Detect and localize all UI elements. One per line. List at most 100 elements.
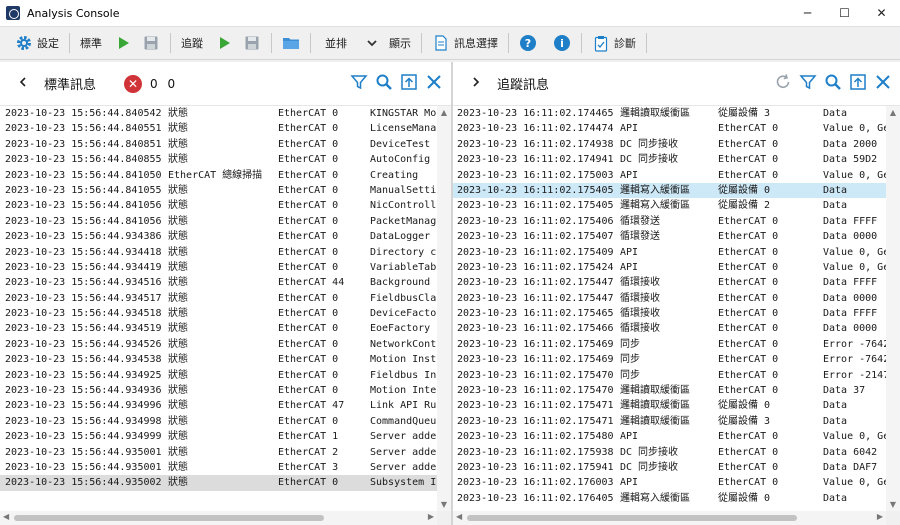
log-row[interactable]: 2023-10-23 15:56:44.934418 狀態 EtherCAT 0 Di… xyxy=(0,245,437,260)
open-folder-button[interactable] xyxy=(279,31,303,55)
log-row[interactable]: 2023-10-23 16:11:02.175405 邏輯寫入緩衝區 從屬設備 0… xyxy=(453,182,886,199)
log-row[interactable]: 2023-10-23 16:11:02.175466 循環接收 EtherCAT … xyxy=(453,321,886,336)
horizontal-scrollbar[interactable]: ◀ ▶ xyxy=(453,511,886,525)
log-row[interactable]: 2023-10-23 15:56:44.840542 狀態 EtherCAT 0 KI… xyxy=(0,106,437,121)
vertical-scrollbar[interactable]: ▲ ▼ xyxy=(437,106,451,511)
search-icon[interactable] xyxy=(824,73,842,91)
scrollbar-thumb[interactable] xyxy=(467,515,797,521)
info-button[interactable]: i xyxy=(550,31,574,55)
log-row[interactable]: 2023-10-23 16:11:02.175447 循環接收 EtherCAT … xyxy=(453,291,886,306)
standard-play-button[interactable] xyxy=(111,31,135,55)
trace-play-button[interactable] xyxy=(212,31,236,55)
log-row[interactable]: 2023-10-23 15:56:44.934386 狀態 EtherCAT 0 Da… xyxy=(0,229,437,244)
trace-button[interactable]: 追蹤 xyxy=(178,31,206,55)
log-row[interactable]: 2023-10-23 15:56:44.934516 狀態 EtherCAT 44 B… xyxy=(0,275,437,290)
collapse-left-button[interactable] xyxy=(14,76,32,92)
search-icon[interactable] xyxy=(375,73,393,91)
log-row[interactable]: 2023-10-23 15:56:44.840551 狀態 EtherCAT 0 Li… xyxy=(0,121,437,136)
horizontal-scrollbar[interactable]: ◀ ▶ xyxy=(0,511,437,525)
scroll-up-icon[interactable]: ▲ xyxy=(440,108,448,117)
log-row[interactable]: 2023-10-23 16:11:02.176003 API EtherCAT 0 V… xyxy=(453,475,886,490)
log-row[interactable]: 2023-10-23 16:11:02.174941 DC 同步接收 EtherC… xyxy=(453,152,886,167)
filter-icon[interactable] xyxy=(799,73,817,91)
log-row[interactable]: 2023-10-23 15:56:44.935002 狀態 EtherCAT 0 Su… xyxy=(0,475,437,491)
scroll-left-icon[interactable]: ◀ xyxy=(456,512,462,521)
settings-button[interactable]: 設定 xyxy=(12,31,62,55)
scroll-right-icon[interactable]: ▶ xyxy=(877,512,883,521)
log-row[interactable]: 2023-10-23 15:56:44.934519 狀態 EtherCAT 0 Eo… xyxy=(0,321,437,336)
log-row[interactable]: 2023-10-23 15:56:44.840851 狀態 EtherCAT 0 De… xyxy=(0,137,437,152)
log-row[interactable]: 2023-10-23 16:11:02.175447 循環接收 EtherCAT … xyxy=(453,275,886,290)
help-button[interactable]: ? xyxy=(516,31,540,55)
log-row[interactable]: 2023-10-23 16:11:02.175938 DC 同步接收 EtherC… xyxy=(453,445,886,460)
standard-save-button[interactable] xyxy=(139,31,163,55)
log-row[interactable]: 2023-10-23 16:11:02.175470 同步 EtherCAT 0 E… xyxy=(453,368,886,383)
log-row[interactable]: 2023-10-23 16:11:02.175480 API EtherCAT 0 V… xyxy=(453,429,886,444)
close-icon[interactable] xyxy=(425,73,443,91)
trace-log-list[interactable]: 2023-10-23 16:11:02.174465 邏輯讀取緩衝區 從屬設備 3… xyxy=(453,106,886,511)
standard-log-list[interactable]: 2023-10-23 15:56:44.840542 狀態 EtherCAT 0 KI… xyxy=(0,106,437,511)
scroll-down-icon[interactable]: ▼ xyxy=(440,500,448,509)
export-icon[interactable] xyxy=(400,73,418,91)
log-row[interactable]: 2023-10-23 16:11:02.175409 API EtherCAT 0 V… xyxy=(453,245,886,260)
refresh-icon[interactable] xyxy=(774,73,792,91)
log-row[interactable]: 2023-10-23 16:11:02.175003 API EtherCAT 0 V… xyxy=(453,168,886,183)
log-row[interactable]: 2023-10-23 15:56:44.934999 狀態 EtherCAT 1 Se… xyxy=(0,429,437,444)
log-row[interactable]: 2023-10-23 15:56:44.841050 EtherCAT 總線掃描 … xyxy=(0,168,437,183)
scroll-up-icon[interactable]: ▲ xyxy=(889,108,897,117)
log-cell-message: Server adde xyxy=(370,446,437,458)
log-row[interactable]: 2023-10-23 16:11:02.175941 DC 同步接收 EtherC… xyxy=(453,460,886,475)
log-row[interactable]: 2023-10-23 16:11:02.175465 循環接收 EtherCAT … xyxy=(453,306,886,321)
log-row[interactable]: 2023-10-23 15:56:44.934518 狀態 EtherCAT 0 De… xyxy=(0,306,437,321)
log-row[interactable]: 2023-10-23 16:11:02.174474 API EtherCAT 0 V… xyxy=(453,121,886,136)
diagnose-button[interactable]: 診斷 xyxy=(589,31,639,55)
standard-button[interactable]: 標準 xyxy=(77,31,105,55)
log-row[interactable]: 2023-10-23 15:56:44.934538 狀態 EtherCAT 0 Mo… xyxy=(0,352,437,367)
log-cell-source: EtherCAT 0 xyxy=(718,308,779,320)
log-row[interactable]: 2023-10-23 16:11:02.176405 邏輯寫入緩衝區 從屬設備 0… xyxy=(453,491,886,506)
log-row[interactable]: 2023-10-23 16:11:02.175470 邏輯讀取緩衝區 EtherC… xyxy=(453,383,886,398)
log-row[interactable]: 2023-10-23 16:11:02.175407 循環發送 EtherCAT … xyxy=(453,229,886,244)
log-row[interactable]: 2023-10-23 15:56:44.840855 狀態 EtherCAT 0 Au… xyxy=(0,152,437,167)
log-row[interactable]: 2023-10-23 16:11:02.175406 循環發送 EtherCAT … xyxy=(453,214,886,229)
maximize-button[interactable]: ☐ xyxy=(826,0,863,26)
log-row[interactable]: 2023-10-23 15:56:44.935001 狀態 EtherCAT 2 Se… xyxy=(0,445,437,460)
tile-button[interactable]: 並排 xyxy=(318,31,350,55)
close-window-button[interactable]: ✕ xyxy=(863,0,900,26)
export-icon[interactable] xyxy=(849,73,867,91)
log-row[interactable]: 2023-10-23 16:11:02.175469 同步 EtherCAT 0 E… xyxy=(453,352,886,367)
log-cell-time: 2023-10-23 15:56:44.934386 xyxy=(5,231,162,243)
log-row[interactable]: 2023-10-23 16:11:02.175469 同步 EtherCAT 0 E… xyxy=(453,337,886,352)
log-cell-source: EtherCAT 0 xyxy=(718,261,779,273)
collapse-right-button[interactable] xyxy=(467,76,485,92)
message-select-button[interactable]: 訊息選擇 xyxy=(429,31,501,55)
log-row[interactable]: 2023-10-23 16:11:02.174938 DC 同步接收 EtherC… xyxy=(453,137,886,152)
display-dropdown-button[interactable]: 顯示 xyxy=(360,31,414,55)
log-row[interactable]: 2023-10-23 15:56:44.934517 狀態 EtherCAT 0 Fi… xyxy=(0,291,437,306)
log-row[interactable]: 2023-10-23 15:56:44.841056 狀態 EtherCAT 0 Pa… xyxy=(0,214,437,229)
log-row[interactable]: 2023-10-23 15:56:44.935001 狀態 EtherCAT 3 Se… xyxy=(0,460,437,475)
log-cell-source: EtherCAT 0 xyxy=(718,215,779,227)
log-row[interactable]: 2023-10-23 16:11:02.174465 邏輯讀取緩衝區 從屬設備 3… xyxy=(453,106,886,121)
log-row[interactable]: 2023-10-23 16:11:02.175471 邏輯讀取緩衝區 從屬設備 0… xyxy=(453,398,886,413)
log-row[interactable]: 2023-10-23 15:56:44.841055 狀態 EtherCAT 0 Ma… xyxy=(0,183,437,198)
scroll-down-icon[interactable]: ▼ xyxy=(889,500,897,509)
log-row[interactable]: 2023-10-23 16:11:02.175405 邏輯寫入緩衝區 從屬設備 2… xyxy=(453,198,886,213)
log-row[interactable]: 2023-10-23 16:11:02.175471 邏輯讀取緩衝區 從屬設備 3… xyxy=(453,414,886,429)
scroll-left-icon[interactable]: ◀ xyxy=(3,512,9,521)
trace-save-button[interactable] xyxy=(240,31,264,55)
filter-icon[interactable] xyxy=(350,73,368,91)
log-row[interactable]: 2023-10-23 15:56:44.934996 狀態 EtherCAT 47 L… xyxy=(0,398,437,413)
log-row[interactable]: 2023-10-23 15:56:44.934925 狀態 EtherCAT 0 Fi… xyxy=(0,368,437,383)
log-row[interactable]: 2023-10-23 15:56:44.934526 狀態 EtherCAT 0 Ne… xyxy=(0,337,437,352)
log-row[interactable]: 2023-10-23 16:11:02.175424 API EtherCAT 0 V… xyxy=(453,260,886,275)
vertical-scrollbar[interactable]: ▲ ▼ xyxy=(886,106,900,511)
log-row[interactable]: 2023-10-23 15:56:44.934998 狀態 EtherCAT 0 Co… xyxy=(0,414,437,429)
log-row[interactable]: 2023-10-23 15:56:44.934936 狀態 EtherCAT 0 Mo… xyxy=(0,383,437,398)
scrollbar-thumb[interactable] xyxy=(14,515,324,521)
close-icon[interactable] xyxy=(874,73,892,91)
log-row[interactable]: 2023-10-23 15:56:44.934419 狀態 EtherCAT 0 Va… xyxy=(0,260,437,275)
log-row[interactable]: 2023-10-23 15:56:44.841056 狀態 EtherCAT 0 Ni… xyxy=(0,198,437,213)
minimize-button[interactable]: ─ xyxy=(789,0,826,26)
scroll-right-icon[interactable]: ▶ xyxy=(428,512,434,521)
